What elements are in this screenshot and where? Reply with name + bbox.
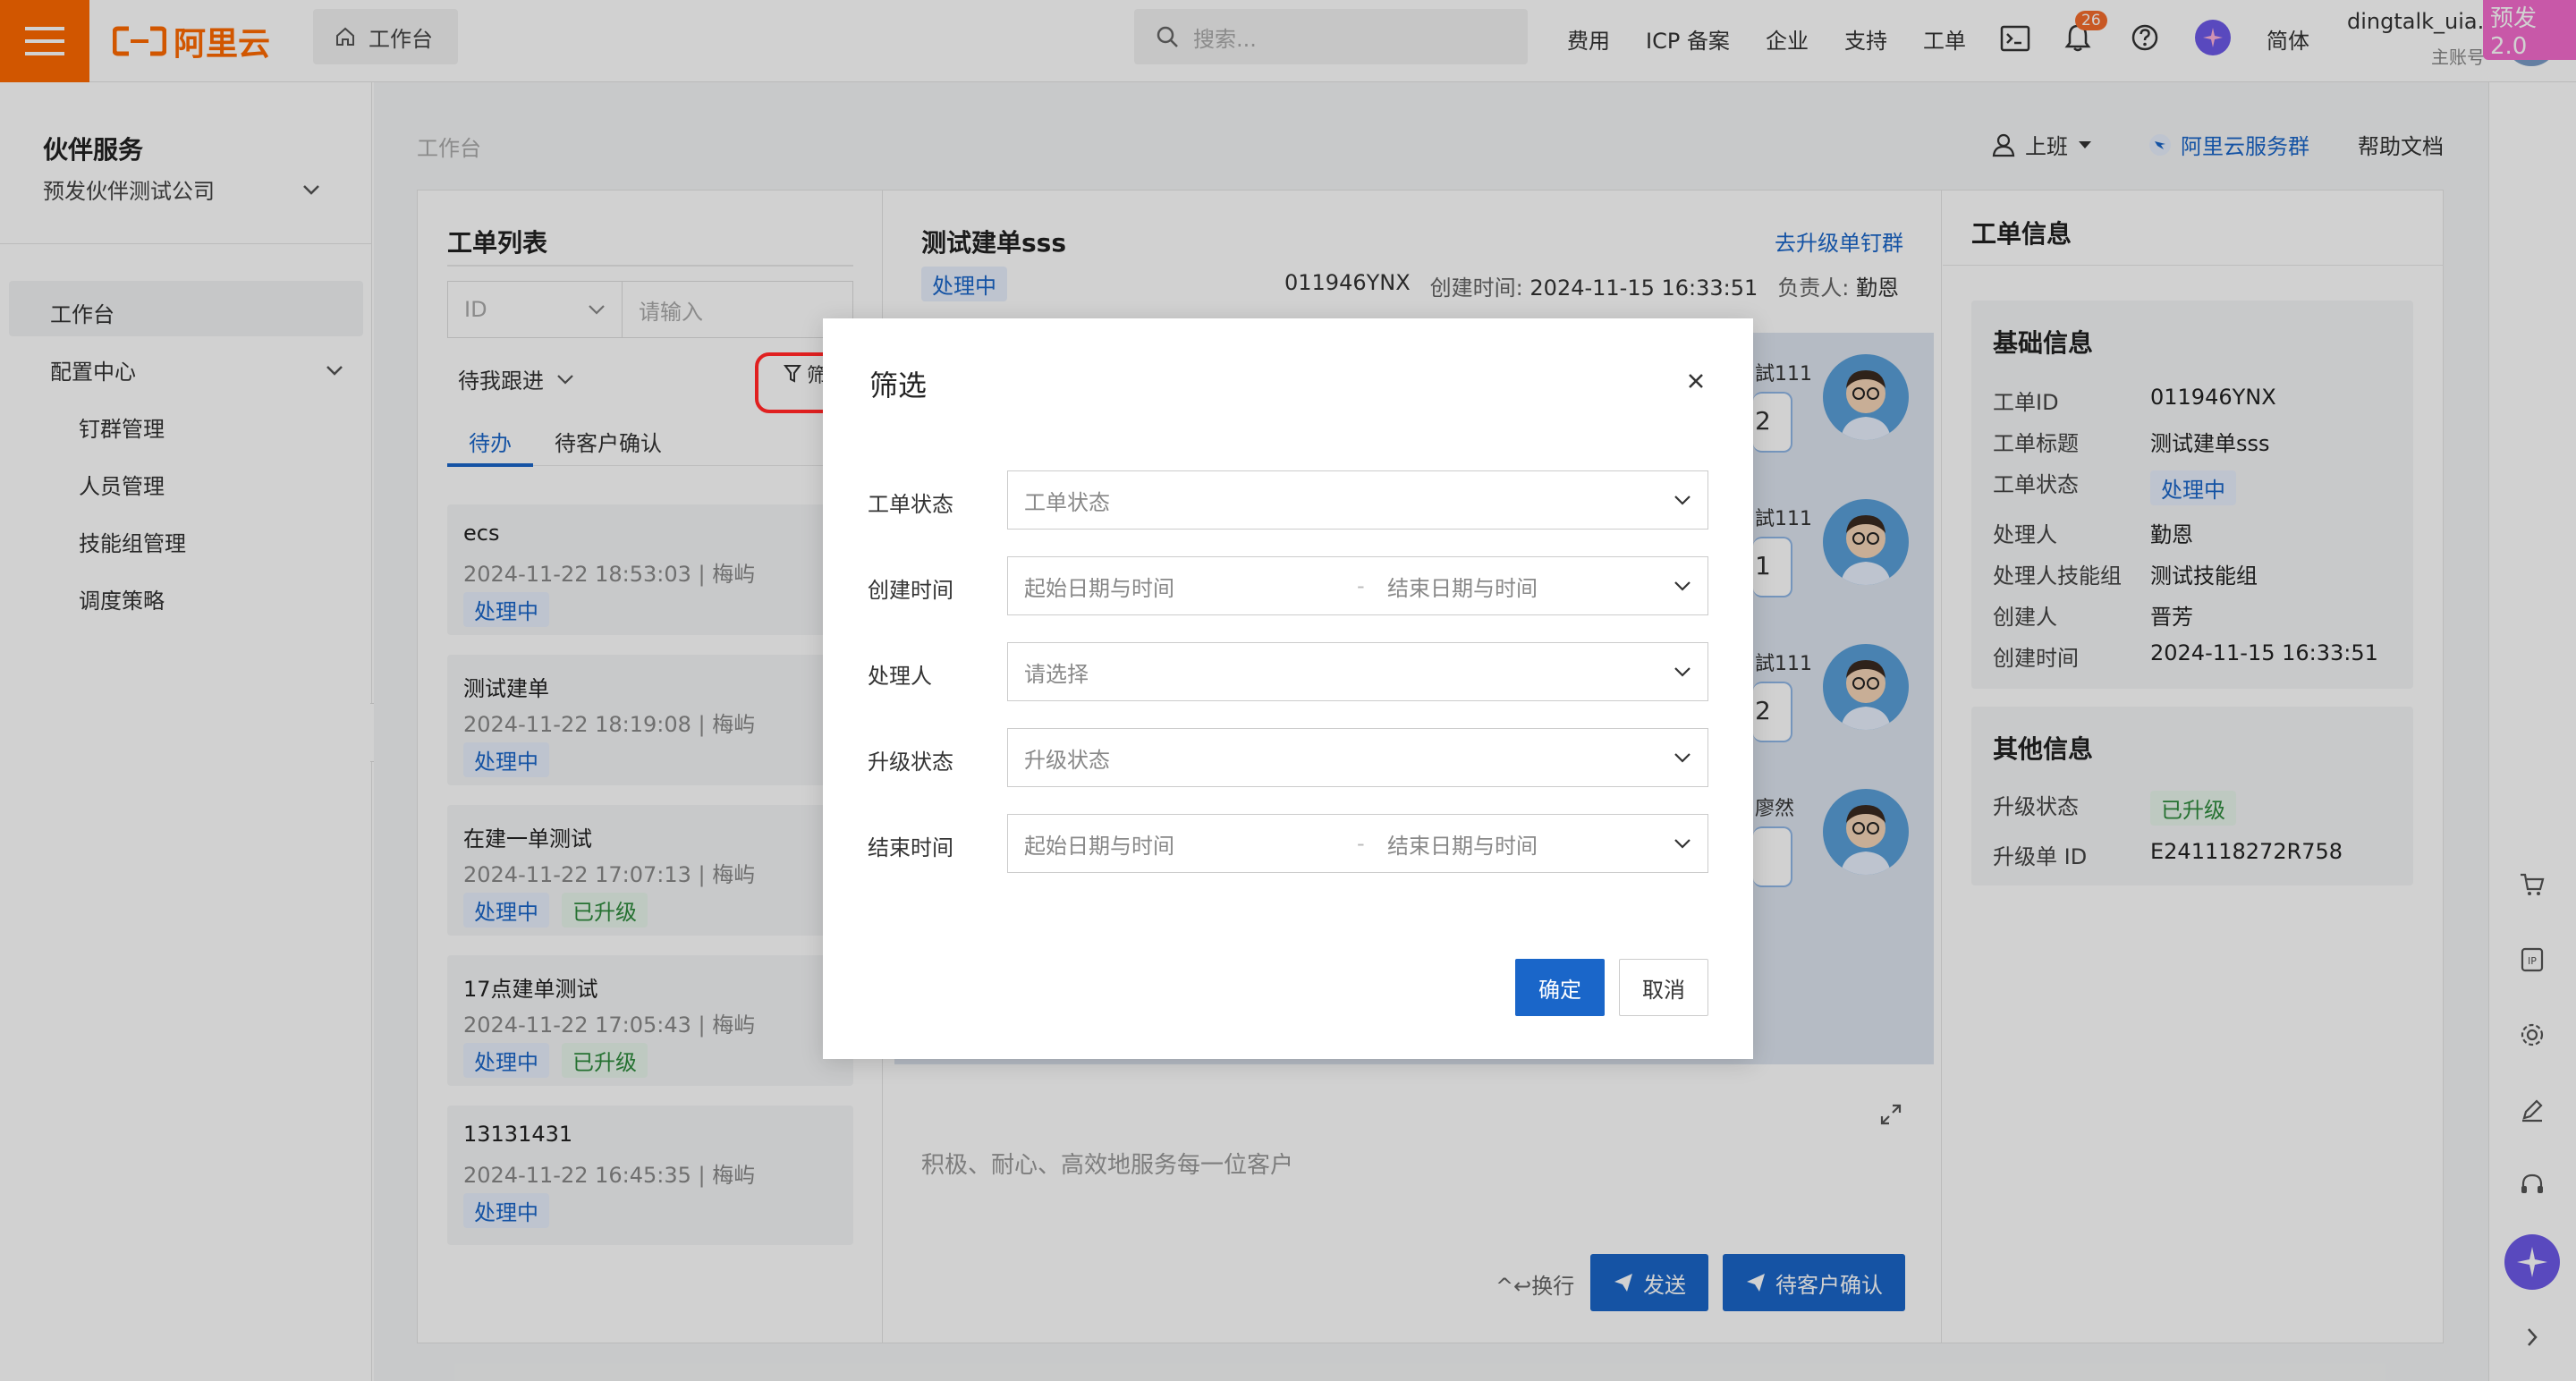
end-time-range[interactable]: 起始日期与时间 - 结束日期与时间 <box>1007 814 1708 873</box>
chevron-down-icon <box>1674 753 1690 763</box>
range-separator: - <box>1357 573 1365 598</box>
confirm-button[interactable]: 确定 <box>1515 959 1605 1016</box>
chevron-down-icon <box>1674 496 1690 505</box>
upgrade-status-placeholder: 升级状态 <box>1024 747 1110 773</box>
chevron-down-icon <box>1674 581 1690 591</box>
close-icon <box>1689 374 1703 388</box>
handler-select[interactable]: 请选择 <box>1007 642 1708 701</box>
upgrade-status-select[interactable]: 升级状态 <box>1007 728 1708 787</box>
field-label-created-time: 创建时间 <box>868 578 953 603</box>
cancel-button[interactable]: 取消 <box>1619 959 1708 1016</box>
ticket-status-select[interactable]: 工单状态 <box>1007 470 1708 530</box>
end-start-placeholder: 起始日期与时间 <box>1024 833 1174 859</box>
dialog-title: 筛选 <box>869 369 928 402</box>
created-time-range[interactable]: 起始日期与时间 - 结束日期与时间 <box>1007 556 1708 615</box>
created-end-placeholder: 结束日期与时间 <box>1387 575 1538 601</box>
created-start-placeholder: 起始日期与时间 <box>1024 575 1174 601</box>
range-separator: - <box>1357 831 1365 856</box>
handler-placeholder: 请选择 <box>1024 661 1089 687</box>
chevron-down-icon <box>1674 839 1690 849</box>
field-label-upgrade-status: 升级状态 <box>868 750 953 775</box>
chevron-down-icon <box>1674 667 1690 677</box>
close-button[interactable] <box>1678 363 1714 399</box>
field-label-handler: 处理人 <box>868 664 932 689</box>
field-label-end-time: 结束时间 <box>868 835 953 860</box>
field-label-ticket-status: 工单状态 <box>868 492 953 517</box>
end-end-placeholder: 结束日期与时间 <box>1387 833 1538 859</box>
ticket-status-placeholder: 工单状态 <box>1024 489 1110 515</box>
